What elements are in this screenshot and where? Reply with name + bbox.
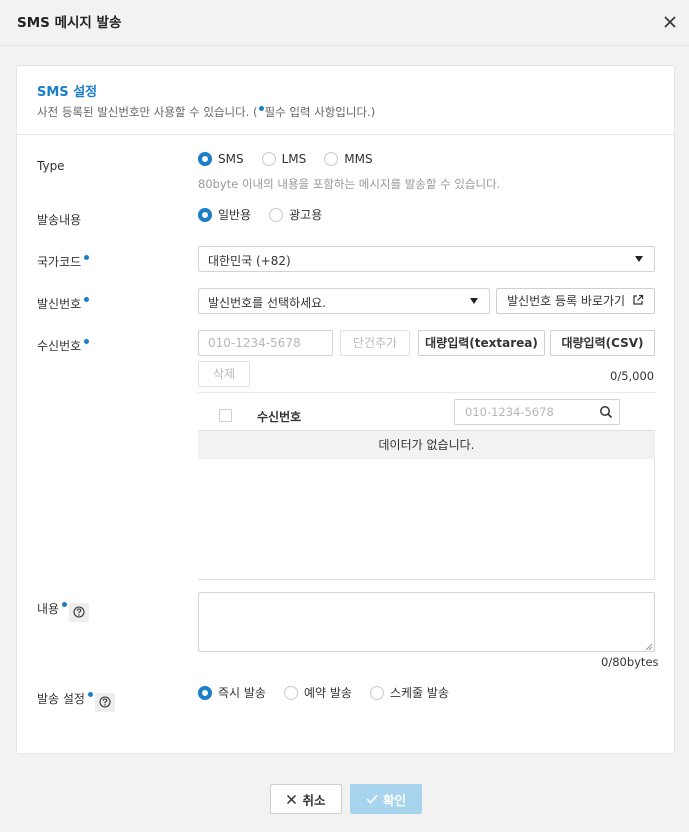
select-all-checkbox[interactable] bbox=[219, 409, 232, 422]
table-empty-message: 데이터가 없습니다. bbox=[198, 431, 655, 459]
recipient-number-input[interactable] bbox=[198, 330, 333, 356]
type-label: Type bbox=[37, 159, 65, 173]
caret-down-icon bbox=[470, 298, 478, 304]
radio-checked-icon bbox=[198, 685, 212, 700]
add-single-button[interactable]: 단건추가 bbox=[340, 330, 410, 356]
send-content-option-general[interactable]: 일반용 bbox=[198, 206, 251, 223]
bulk-csv-button[interactable]: 대량입력(CSV) bbox=[550, 330, 655, 356]
close-icon bbox=[664, 16, 676, 28]
check-icon bbox=[366, 794, 378, 804]
help-button[interactable] bbox=[69, 603, 90, 622]
content-byte-count: 0/80bytes bbox=[601, 655, 659, 669]
sender-register-link-button[interactable]: 발신번호 등록 바로가기 bbox=[496, 288, 655, 314]
content-label: 내용 bbox=[37, 600, 90, 622]
send-option-immediate[interactable]: 즉시 발송 bbox=[198, 684, 266, 701]
required-dot-icon bbox=[87, 692, 93, 697]
card-subtitle: 사전 등록된 발신번호만 사용할 수 있습니다. ( 필수 입력 사항입니다.) bbox=[37, 104, 375, 120]
dialog-header: SMS 메시지 발송 bbox=[0, 0, 689, 46]
confirm-button[interactable]: 확인 bbox=[350, 784, 422, 814]
recipient-table: 수신번호 데이터가 없습니다. bbox=[198, 392, 655, 580]
help-button[interactable] bbox=[94, 693, 115, 712]
card-title: SMS 설정 bbox=[37, 85, 98, 100]
external-link-icon bbox=[633, 294, 644, 305]
close-icon bbox=[287, 794, 297, 804]
radio-unchecked-icon bbox=[369, 685, 384, 700]
send-option-schedule[interactable]: 스케줄 발송 bbox=[369, 684, 449, 701]
required-dot-icon bbox=[84, 255, 90, 260]
table-search-box bbox=[454, 399, 620, 425]
recipient-table-header: 수신번호 bbox=[198, 392, 655, 431]
subtitle-text: 사전 등록된 발신번호만 사용할 수 있습니다. ( bbox=[37, 105, 258, 119]
send-content-label: 발송내용 bbox=[37, 213, 82, 227]
recipient-label: 수신번호 bbox=[37, 337, 90, 354]
country-code-select[interactable]: 대한민국 (+82) bbox=[198, 246, 655, 272]
required-dot-icon bbox=[62, 602, 68, 607]
recipient-count: 0/5,000 bbox=[610, 369, 655, 383]
required-dot-icon bbox=[84, 339, 90, 344]
resize-handle-icon[interactable] bbox=[645, 643, 653, 651]
send-setting-radio-group: 즉시 발송 예약 발송 스케줄 발송 bbox=[198, 684, 467, 701]
type-option-mms[interactable]: MMS bbox=[324, 152, 373, 166]
type-radio-group: SMS LMS MMS bbox=[198, 152, 391, 166]
radio-checked-icon bbox=[198, 207, 212, 222]
country-code-value: 대한민국 (+82) bbox=[208, 254, 291, 268]
close-button[interactable] bbox=[660, 12, 680, 32]
radio-unchecked-icon bbox=[261, 152, 276, 166]
dialog-title: SMS 메시지 발송 bbox=[17, 15, 122, 31]
send-content-radio-group: 일반용 광고용 bbox=[198, 206, 340, 223]
sms-settings-card: SMS 설정 사전 등록된 발신번호만 사용할 수 있습니다. ( 필수 입력 사… bbox=[16, 65, 675, 754]
delete-button[interactable]: 삭제 bbox=[198, 361, 250, 387]
subtitle-text-end: 필수 입력 사항입니다.) bbox=[264, 105, 376, 119]
help-icon bbox=[99, 696, 111, 708]
radio-unchecked-icon bbox=[283, 685, 298, 700]
help-icon bbox=[73, 606, 85, 618]
search-icon[interactable] bbox=[599, 405, 613, 419]
recipient-column-header: 수신번호 bbox=[257, 410, 302, 424]
send-setting-label: 발송 설정 bbox=[37, 690, 115, 712]
cancel-button[interactable]: 취소 bbox=[270, 784, 342, 814]
table-search-input[interactable] bbox=[455, 400, 595, 424]
required-dot-icon bbox=[258, 106, 264, 111]
radio-unchecked-icon bbox=[324, 152, 339, 166]
send-content-option-ad[interactable]: 광고용 bbox=[269, 206, 322, 223]
required-dot-icon bbox=[84, 297, 90, 302]
send-option-reserved[interactable]: 예약 발송 bbox=[283, 684, 352, 701]
radio-checked-icon bbox=[198, 152, 212, 166]
caret-down-icon bbox=[635, 256, 643, 262]
sender-placeholder: 발신번호를 선택하세요. bbox=[208, 296, 327, 310]
content-textarea[interactable] bbox=[198, 592, 655, 652]
type-hint: 80byte 이내의 내용을 포함하는 메시지를 발송할 수 있습니다. bbox=[198, 177, 501, 191]
sender-select[interactable]: 발신번호를 선택하세요. bbox=[198, 288, 490, 314]
bulk-textarea-button[interactable]: 대량입력(textarea) bbox=[418, 330, 545, 356]
sender-label: 발신번호 bbox=[37, 295, 90, 312]
country-code-label: 국가코드 bbox=[37, 253, 90, 270]
type-option-lms[interactable]: LMS bbox=[261, 152, 306, 166]
type-option-sms[interactable]: SMS bbox=[198, 152, 244, 166]
card-header: SMS 설정 사전 등록된 발신번호만 사용할 수 있습니다. ( 필수 입력 사… bbox=[17, 66, 674, 135]
radio-unchecked-icon bbox=[269, 207, 284, 222]
